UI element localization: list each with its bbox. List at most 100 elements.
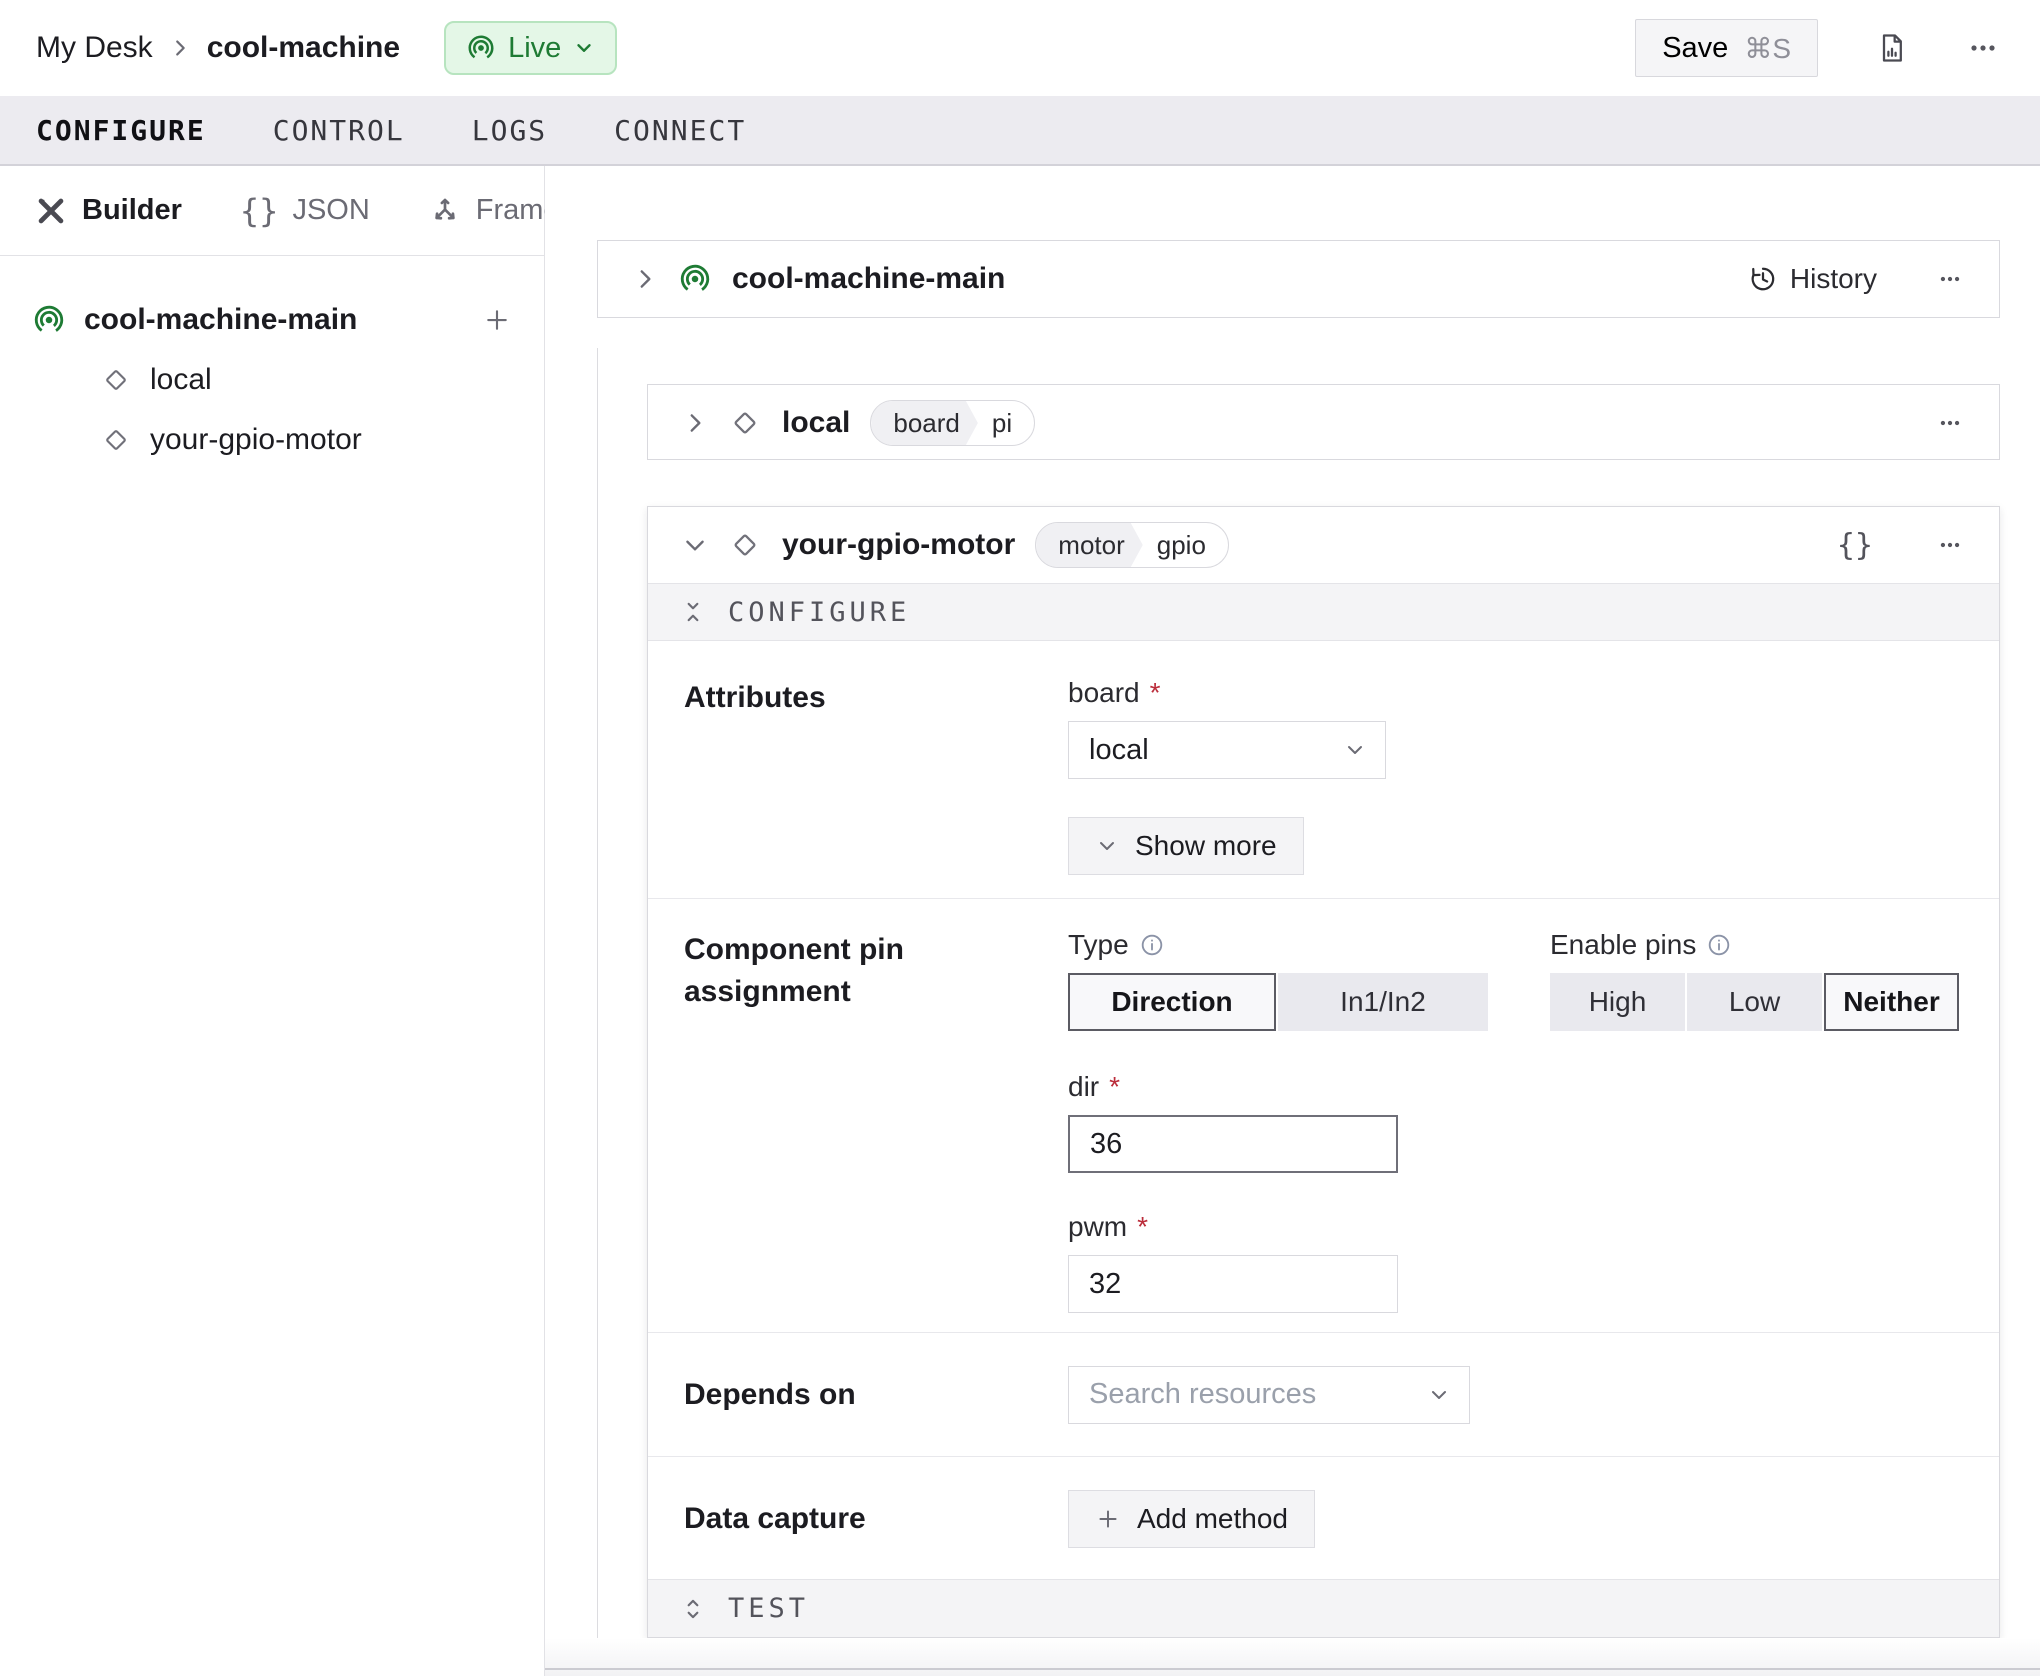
test-section-label: TEST bbox=[728, 1593, 809, 1624]
required-marker: * bbox=[1150, 677, 1161, 709]
builder-tools-icon bbox=[34, 194, 68, 228]
motor-card-title: your-gpio-motor bbox=[782, 528, 1015, 562]
braces-icon: {} bbox=[240, 192, 279, 230]
tab-control[interactable]: CONTROL bbox=[273, 114, 405, 147]
chevron-down-icon bbox=[1427, 1383, 1451, 1407]
expand-section-icon bbox=[680, 1596, 706, 1622]
attributes-section: Attributes board * local bbox=[648, 641, 1999, 899]
attributes-section-label: Attributes bbox=[684, 677, 1068, 898]
tab-configure[interactable]: CONFIGURE bbox=[36, 114, 206, 147]
local-card-title: local bbox=[782, 406, 850, 440]
info-icon[interactable] bbox=[1139, 932, 1165, 958]
part-card-title: cool-machine-main bbox=[732, 262, 1005, 296]
breadcrumb-current: cool-machine bbox=[207, 31, 400, 65]
board-select[interactable]: local bbox=[1068, 721, 1386, 779]
tag-type: motor bbox=[1036, 523, 1142, 567]
tree-item-local-label: local bbox=[150, 363, 212, 397]
board-field-label: board * bbox=[1068, 677, 1386, 709]
configure-main-pane: cool-machine-main History bbox=[545, 166, 2040, 1676]
history-button[interactable]: History bbox=[1748, 263, 1877, 295]
add-method-label: Add method bbox=[1137, 1503, 1288, 1535]
component-diamond-icon bbox=[100, 364, 132, 396]
content-bottom-fade bbox=[545, 1638, 2040, 1676]
save-button[interactable]: Save ⌘S bbox=[1635, 19, 1818, 77]
show-more-label: Show more bbox=[1135, 830, 1277, 862]
collapse-section-icon bbox=[680, 599, 706, 625]
chevron-down-icon bbox=[1095, 834, 1119, 858]
tab-logs[interactable]: LOGS bbox=[472, 114, 547, 147]
configure-section-bar[interactable]: CONFIGURE bbox=[648, 583, 1999, 641]
data-capture-section: Data capture Add method bbox=[648, 1457, 1999, 1581]
tab-connect[interactable]: CONNECT bbox=[614, 114, 746, 147]
pin-assignment-section: Component pin assignment Type bbox=[648, 899, 1999, 1333]
view-mode-tabs: Builder {} JSON Frame bbox=[0, 166, 544, 256]
tab-builder-label: Builder bbox=[82, 194, 182, 227]
frame-axes-icon bbox=[428, 194, 462, 228]
type-field-label: Type bbox=[1068, 929, 1488, 961]
data-capture-section-label: Data capture bbox=[684, 1498, 1068, 1540]
save-button-label: Save bbox=[1662, 32, 1728, 65]
type-option-direction[interactable]: Direction bbox=[1068, 973, 1276, 1031]
enable-option-high[interactable]: High bbox=[1550, 973, 1685, 1031]
test-section-bar[interactable]: TEST bbox=[648, 1579, 1999, 1637]
component-diamond-icon bbox=[100, 424, 132, 456]
collapse-chevron-icon[interactable] bbox=[682, 532, 708, 558]
live-badge-label: Live bbox=[508, 32, 561, 65]
machine-nav-tabs: CONFIGURE CONTROL LOGS CONNECT bbox=[0, 96, 2040, 166]
type-toggle-group: Type Direction In1/In2 bbox=[1068, 929, 1488, 1031]
part-card: cool-machine-main History bbox=[597, 240, 2000, 318]
edit-json-icon[interactable]: {} bbox=[1837, 528, 1873, 563]
machine-metrics-icon[interactable] bbox=[1876, 32, 1908, 64]
tree-item-part[interactable]: cool-machine-main bbox=[0, 290, 544, 350]
depends-on-select[interactable]: Search resources bbox=[1068, 1366, 1470, 1424]
depends-on-placeholder: Search resources bbox=[1089, 1378, 1427, 1411]
chevron-down-icon bbox=[1343, 738, 1367, 762]
tab-json-label: JSON bbox=[292, 194, 369, 227]
motor-card-type-tag: motor gpio bbox=[1035, 522, 1229, 568]
gpio-motor-card: your-gpio-motor motor gpio {} bbox=[647, 506, 2000, 1638]
breadcrumb: My Desk cool-machine bbox=[36, 31, 400, 65]
tree-item-your-gpio-motor[interactable]: your-gpio-motor bbox=[0, 410, 544, 470]
depends-on-section-label: Depends on bbox=[684, 1374, 1068, 1416]
save-shortcut: ⌘S bbox=[1744, 32, 1791, 65]
show-more-button[interactable]: Show more bbox=[1068, 817, 1304, 875]
required-marker: * bbox=[1109, 1071, 1120, 1103]
tab-builder[interactable]: Builder bbox=[34, 194, 182, 228]
pwm-pin-input[interactable] bbox=[1068, 1255, 1398, 1313]
tab-frame[interactable]: Frame bbox=[428, 194, 560, 228]
tree-item-motor-label: your-gpio-motor bbox=[150, 423, 362, 457]
enable-pins-field-label: Enable pins bbox=[1550, 929, 1959, 961]
dir-pin-input[interactable] bbox=[1068, 1115, 1398, 1173]
tab-json[interactable]: {} JSON bbox=[240, 192, 370, 230]
breadcrumb-chevron-icon bbox=[169, 37, 191, 59]
add-component-icon[interactable] bbox=[482, 305, 512, 335]
enable-option-neither[interactable]: Neither bbox=[1824, 973, 1959, 1031]
tag-model: pi bbox=[980, 401, 1034, 445]
expand-chevron-icon[interactable] bbox=[632, 266, 658, 292]
motor-overflow-menu-icon[interactable] bbox=[1935, 530, 1965, 560]
tree-item-local[interactable]: local bbox=[0, 350, 544, 410]
tag-type: board bbox=[871, 401, 978, 445]
expand-chevron-icon[interactable] bbox=[682, 410, 708, 436]
board-select-value: local bbox=[1089, 734, 1343, 767]
content-bottom-scroll-edge bbox=[545, 1668, 2040, 1670]
live-status-badge[interactable]: Live bbox=[444, 21, 617, 75]
plus-icon bbox=[1095, 1506, 1121, 1532]
pin-assignment-section-label: Component pin assignment bbox=[684, 929, 1068, 1332]
info-icon[interactable] bbox=[1706, 932, 1732, 958]
add-method-button[interactable]: Add method bbox=[1068, 1490, 1315, 1548]
local-board-card: local board pi bbox=[647, 384, 2000, 460]
tag-model: gpio bbox=[1145, 523, 1228, 567]
history-icon bbox=[1748, 264, 1778, 294]
local-overflow-menu-icon[interactable] bbox=[1935, 408, 1965, 438]
part-nesting-line bbox=[597, 348, 598, 1640]
machine-part-tree: cool-machine-main local your-gpio-motor bbox=[0, 256, 544, 470]
type-option-in1in2[interactable]: In1/In2 bbox=[1278, 973, 1488, 1031]
enable-option-low[interactable]: Low bbox=[1687, 973, 1822, 1031]
local-card-type-tag: board pi bbox=[870, 400, 1035, 446]
history-label: History bbox=[1790, 263, 1877, 295]
part-overflow-menu-icon[interactable] bbox=[1935, 264, 1965, 294]
breadcrumb-parent[interactable]: My Desk bbox=[36, 31, 153, 65]
header-overflow-menu-icon[interactable] bbox=[1966, 31, 2000, 65]
machine-live-icon bbox=[466, 33, 496, 63]
